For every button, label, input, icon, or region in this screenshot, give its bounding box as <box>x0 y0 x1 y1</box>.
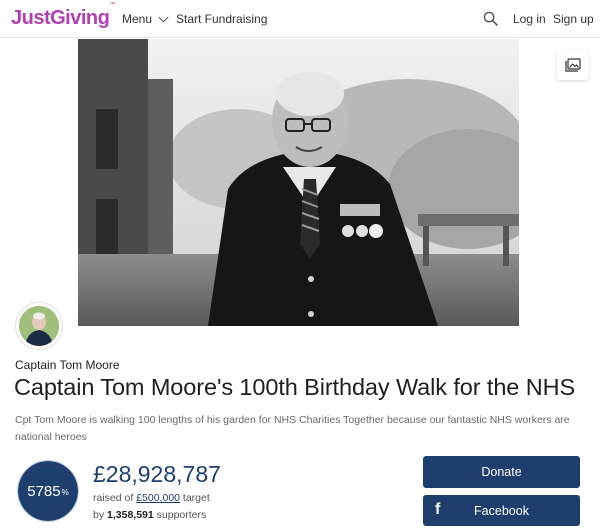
hero-photo-illustration <box>78 39 519 326</box>
signup-link[interactable]: Sign up <box>553 12 594 26</box>
page-title: Captain Tom Moore's 100th Birthday Walk … <box>14 374 576 400</box>
menu-label: Menu <box>122 12 153 26</box>
amount-raised: £28,928,787 <box>93 461 221 487</box>
start-fundraising-link[interactable]: Start Fundraising <box>176 12 267 26</box>
supporters-label: supporters <box>156 509 207 521</box>
progress-percent: 5785% <box>16 459 80 523</box>
target-amount: £500,000 <box>136 492 180 504</box>
avatar <box>16 303 62 349</box>
gallery-button[interactable] <box>557 50 589 80</box>
progress-percent-sign: % <box>61 488 69 497</box>
login-link[interactable]: Log in <box>513 12 546 26</box>
facebook-label: Facebook <box>474 503 529 518</box>
search-icon[interactable] <box>483 11 498 26</box>
facebook-icon: f <box>435 501 441 518</box>
page-owner-name[interactable]: Captain Tom Moore <box>15 358 120 372</box>
justgiving-logo[interactable]: JustGiving™ <box>11 2 115 30</box>
chevron-down-icon <box>158 12 169 22</box>
logo-tm: ™ <box>109 2 115 9</box>
target-line: raised of £500,000 target <box>93 492 210 504</box>
supporters-line: by 1,358,591 supporters <box>93 509 206 521</box>
menu-dropdown[interactable]: Menu <box>122 12 169 26</box>
page-description: Cpt Tom Moore is walking 100 lengths of … <box>15 414 570 443</box>
top-nav: JustGiving™ Menu Start Fundraising Log i… <box>0 0 600 38</box>
avatar-photo <box>19 306 59 346</box>
by-label: by <box>93 509 105 521</box>
target-label: target <box>182 492 210 504</box>
logo-text: JustGiving <box>11 7 110 29</box>
supporters-count: 1,358,591 <box>107 509 154 521</box>
donate-button[interactable]: Donate <box>423 456 580 488</box>
hero-photo[interactable] <box>78 39 519 326</box>
facebook-share-button[interactable]: f Facebook <box>423 495 580 526</box>
progress-percent-value: 5785 <box>27 482 61 500</box>
image-gallery-icon <box>565 58 581 72</box>
raised-of-label: raised of <box>93 492 134 504</box>
